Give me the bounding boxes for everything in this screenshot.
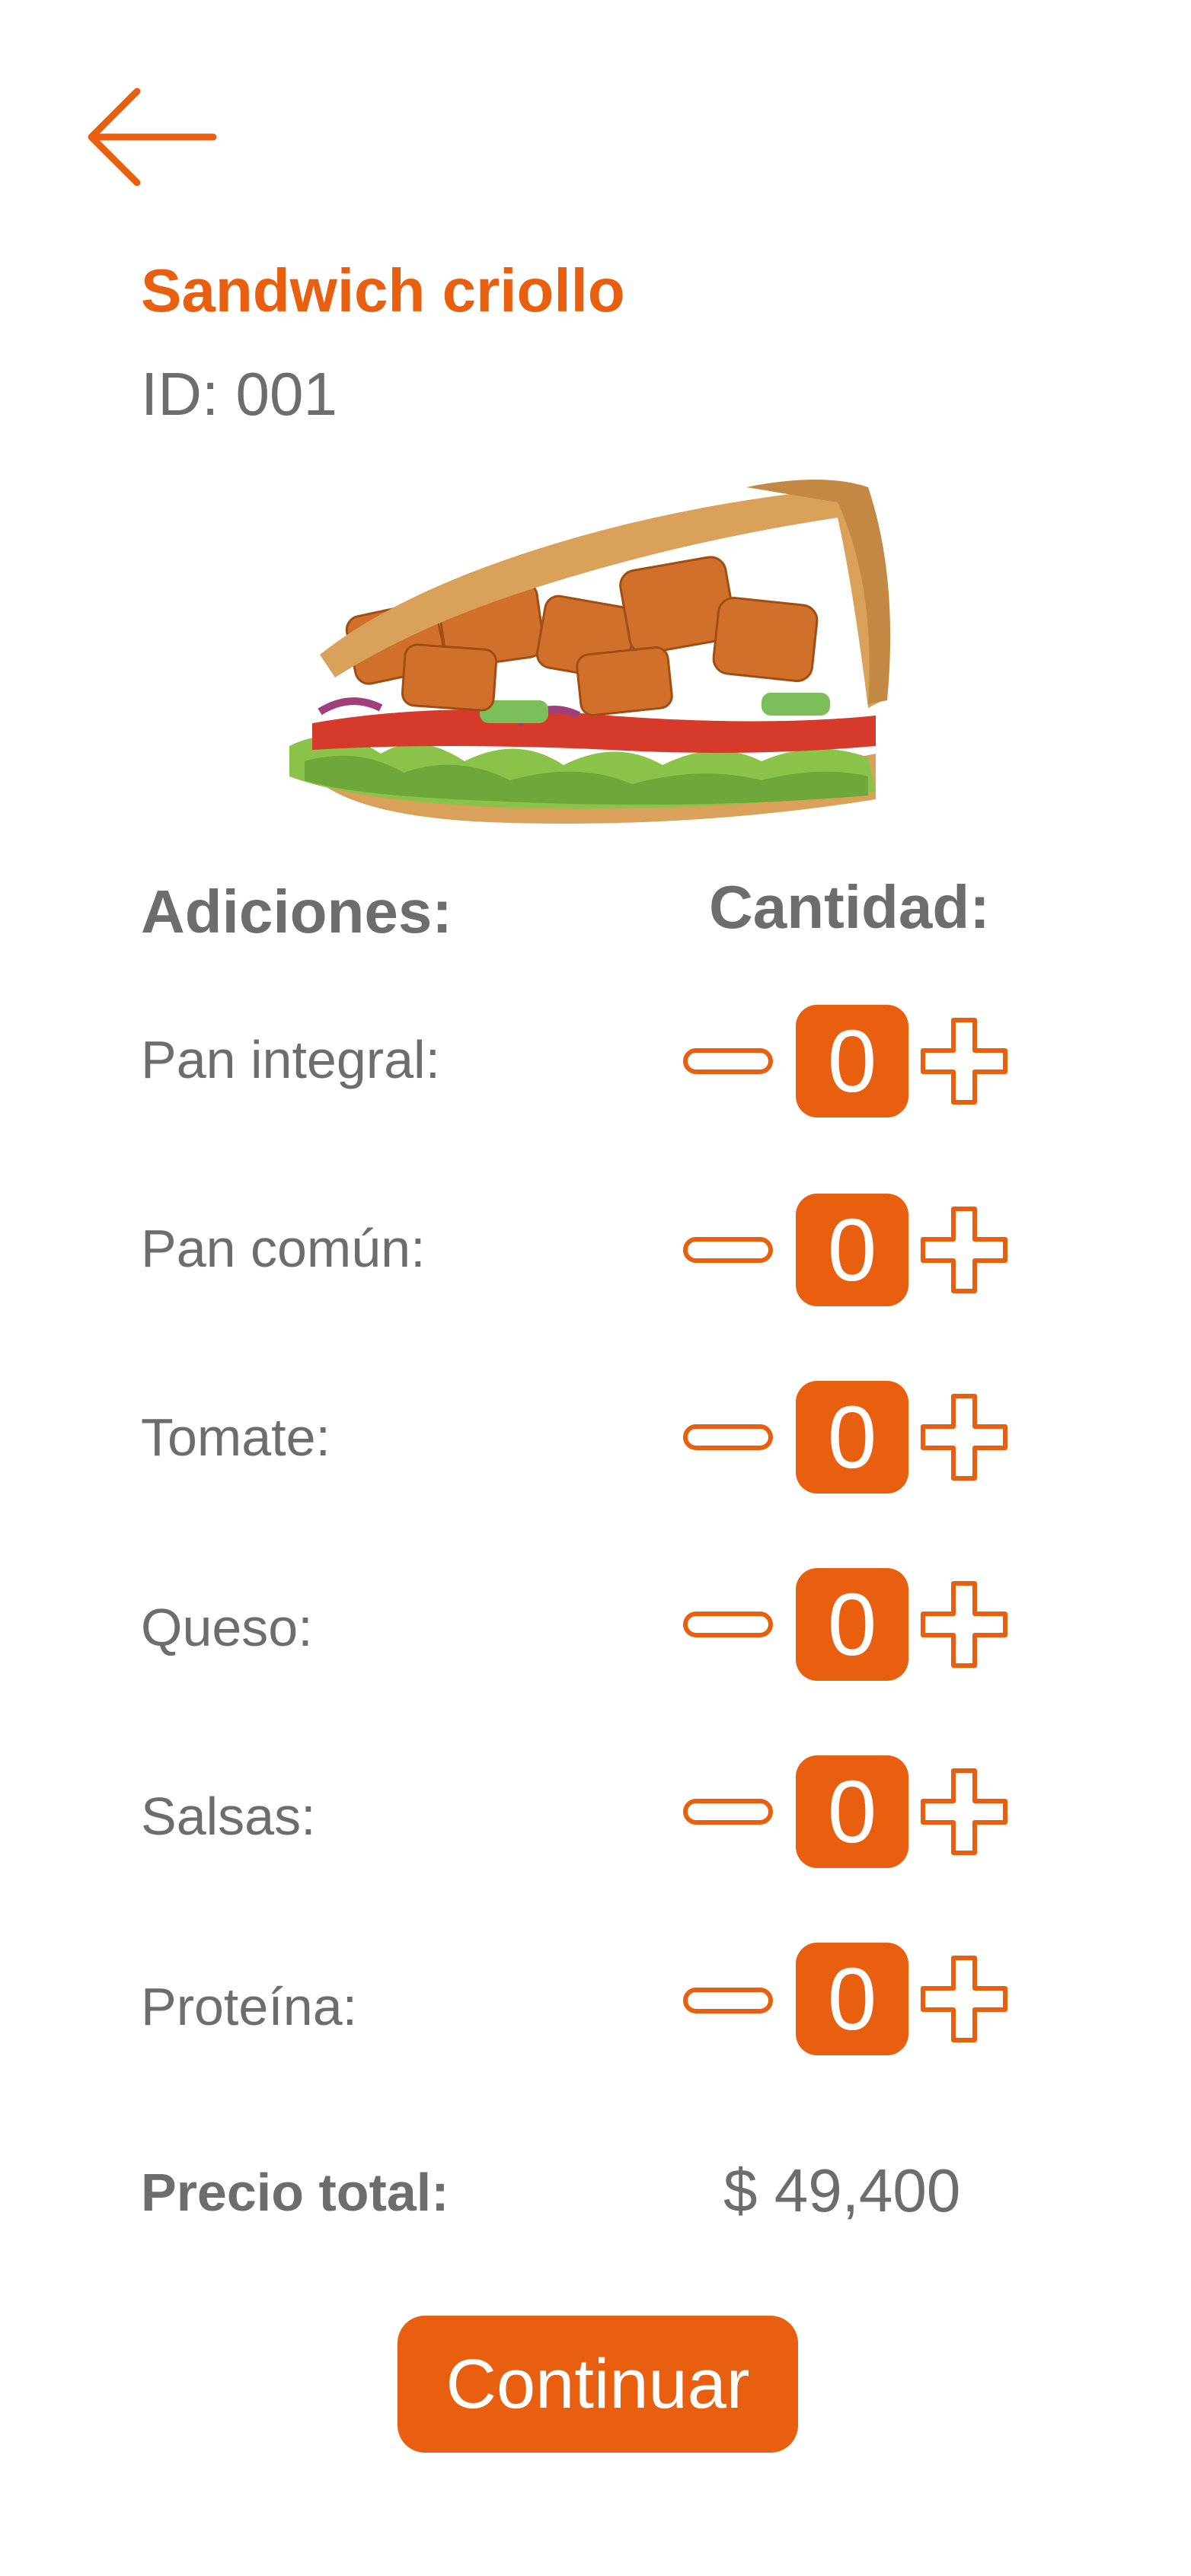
arrow-left-icon	[88, 88, 217, 187]
addition-label: Queso:	[141, 1598, 313, 1657]
back-button[interactable]	[82, 84, 221, 190]
quantity-value: 0	[796, 1568, 908, 1681]
minus-icon	[683, 1048, 773, 1074]
quantity-header: Cantidad:	[709, 873, 990, 941]
increment-button[interactable]	[920, 1206, 1008, 1294]
quantity-value: 0	[796, 1005, 908, 1117]
plus-icon	[921, 1956, 1007, 2042]
increment-button[interactable]	[920, 1580, 1008, 1669]
addition-label: Pan integral:	[141, 1030, 441, 1089]
minus-icon	[683, 1237, 773, 1263]
increment-button[interactable]	[920, 1955, 1008, 2043]
plus-icon	[921, 1394, 1007, 1481]
minus-icon	[683, 1424, 773, 1450]
increment-button[interactable]	[920, 1017, 1008, 1105]
additions-header: Adiciones:	[141, 878, 452, 945]
increment-button[interactable]	[920, 1768, 1008, 1856]
quantity-value: 0	[796, 1755, 908, 1868]
plus-icon	[921, 1018, 1007, 1105]
plus-icon	[921, 1207, 1007, 1293]
decrement-button[interactable]	[682, 1602, 774, 1647]
total-label: Precio total:	[141, 2163, 449, 2222]
minus-icon	[683, 1988, 773, 2013]
addition-label: Salsas:	[141, 1787, 316, 1846]
minus-icon	[683, 1612, 773, 1637]
addition-label: Tomate:	[141, 1408, 330, 1467]
addition-label: Pan común:	[141, 1219, 426, 1278]
quantity-value: 0	[796, 1194, 908, 1306]
addition-label: Proteína:	[141, 1977, 358, 2036]
plus-icon	[921, 1581, 1007, 1668]
decrement-button[interactable]	[682, 1227, 774, 1273]
increment-button[interactable]	[920, 1393, 1008, 1481]
decrement-button[interactable]	[682, 1789, 774, 1835]
product-id: ID: 001	[141, 360, 337, 428]
continue-button[interactable]: Continuar	[398, 2316, 798, 2453]
decrement-button[interactable]	[682, 1978, 774, 2023]
quantity-value: 0	[796, 1943, 908, 2055]
quantity-value: 0	[796, 1381, 908, 1494]
decrement-button[interactable]	[682, 1414, 774, 1460]
plus-icon	[921, 1768, 1007, 1855]
sandwich-image	[289, 472, 899, 837]
minus-icon	[683, 1799, 773, 1825]
decrement-button[interactable]	[682, 1038, 774, 1084]
product-title: Sandwich criollo	[141, 257, 625, 324]
total-price: $ 49,400	[723, 2157, 961, 2224]
